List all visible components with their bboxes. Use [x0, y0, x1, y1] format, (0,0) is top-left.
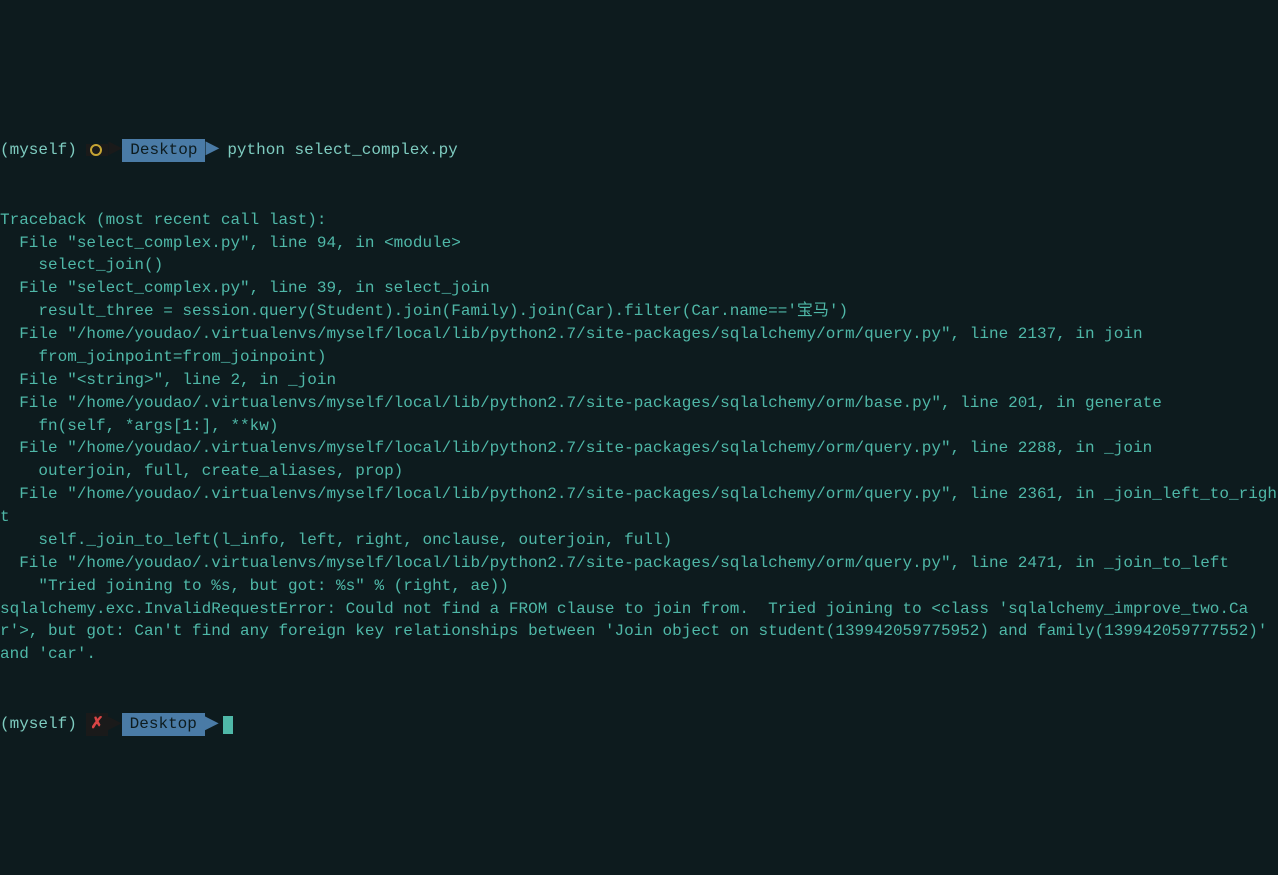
error-x-icon: ✗ [90, 713, 103, 736]
traceback-line: File "select_complex.py", line 39, in se… [0, 279, 490, 297]
traceback-line: from_joinpoint=from_joinpoint) [0, 348, 326, 366]
traceback-line: File "/home/youdao/.virtualenvs/myself/l… [0, 325, 1143, 343]
traceback-line: "Tried joining to %s, but got: %s" % (ri… [0, 577, 509, 595]
traceback-line: File "/home/youdao/.virtualenvs/myself/l… [0, 394, 1162, 412]
git-status-error-segment: ✗ [86, 713, 107, 736]
prompt-line-2: (myself) ✗▶Desktop▶ [0, 712, 1278, 738]
traceback-header: Traceback (most recent call last): [0, 211, 326, 229]
directory-segment: Desktop [122, 139, 205, 162]
traceback-line: File "select_complex.py", line 94, in <m… [0, 234, 461, 252]
prompt-line-1: (myself) ▶Desktop▶ python select_complex.… [0, 137, 1278, 163]
traceback-line: fn(self, *args[1:], **kw) [0, 417, 278, 435]
traceback-error-line: sqlalchemy.exc.InvalidRequestError: Coul… [0, 600, 1277, 664]
traceback-line: File "/home/youdao/.virtualenvs/myself/l… [0, 554, 1229, 572]
traceback-line: File "/home/youdao/.virtualenvs/myself/l… [0, 439, 1152, 457]
traceback-line: self._join_to_left(l_info, left, right, … [0, 531, 672, 549]
directory-segment: Desktop [122, 713, 205, 736]
traceback-line: result_three = session.query(Student).jo… [0, 302, 848, 320]
arrow-separator-icon: ▶ [205, 137, 219, 163]
traceback-line: select_join() [0, 256, 163, 274]
arrow-separator-icon: ▶ [205, 712, 219, 738]
terminal-window[interactable]: (myself) ▶Desktop▶python select_complex.… [0, 92, 1278, 761]
env-name: (myself) [0, 139, 77, 162]
traceback-line: File "/home/youdao/.virtualenvs/myself/l… [0, 485, 1277, 526]
cursor[interactable] [223, 716, 233, 734]
git-status-segment [86, 144, 108, 156]
arrow-separator-icon: ▶ [108, 137, 122, 163]
traceback-line: File "<string>", line 2, in _join [0, 371, 336, 389]
arrow-separator-icon: ▶ [108, 712, 122, 738]
command-text: python select_complex.py [227, 139, 457, 162]
traceback-output: Traceback (most recent call last): File … [0, 209, 1278, 667]
env-name: (myself) [0, 713, 77, 736]
traceback-line: outerjoin, full, create_aliases, prop) [0, 462, 403, 480]
git-circle-icon [90, 144, 102, 156]
